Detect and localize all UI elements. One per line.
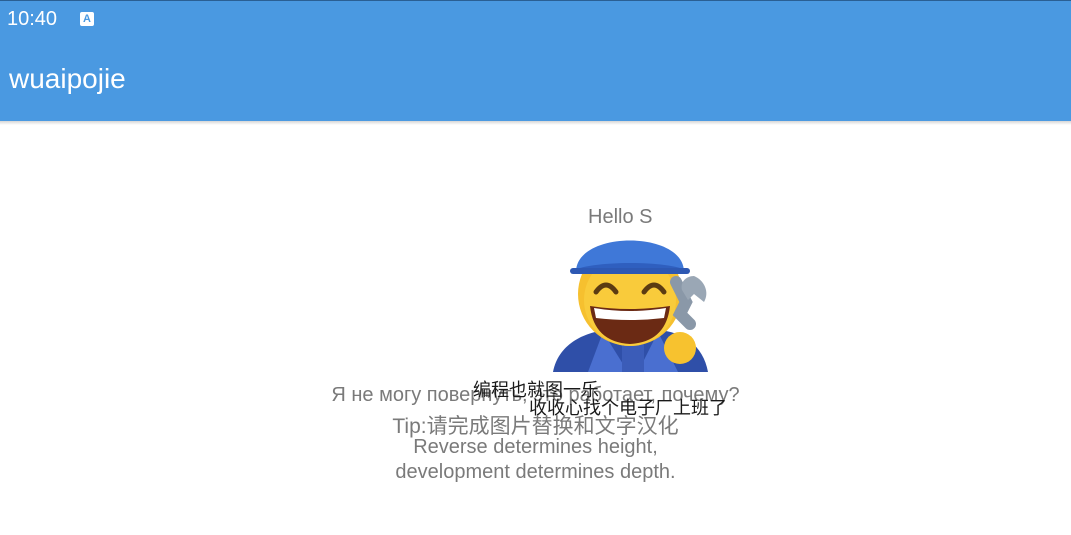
status-time: 10:40 — [7, 8, 58, 30]
mechanic-emoji-icon — [548, 220, 718, 375]
reverse-text-line-1: Reverse determines height, — [413, 436, 658, 458]
reverse-text-line-2: development determines depth. — [395, 461, 676, 483]
app-bar: 10:40 A wuaipojie — [0, 0, 1071, 121]
notification-a-icon: A — [80, 12, 94, 26]
app-title: wuaipojie — [9, 63, 126, 94]
appbar-shadow — [0, 121, 1071, 125]
